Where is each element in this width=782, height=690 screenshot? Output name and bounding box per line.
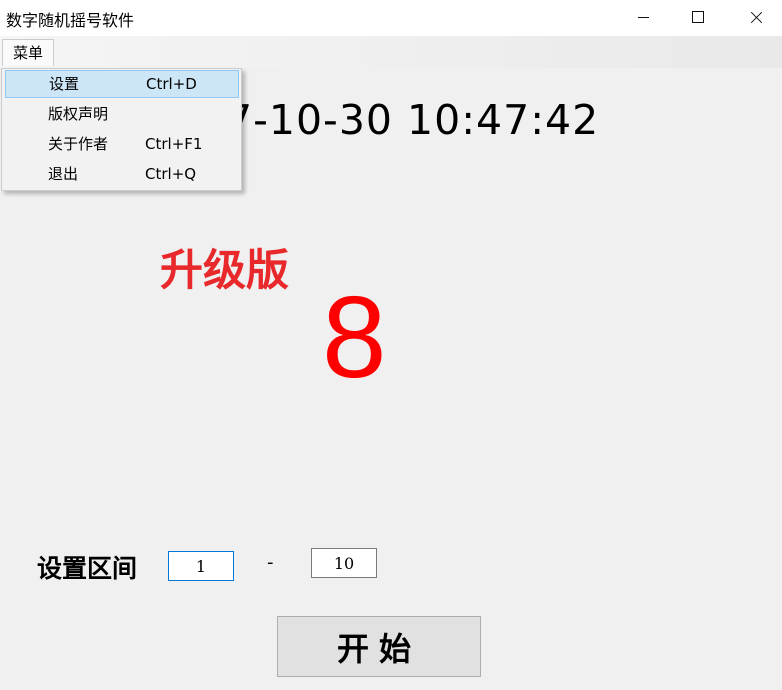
- maximize-button[interactable]: [675, 0, 721, 34]
- menu-item-shortcut: Ctrl+D: [146, 75, 197, 93]
- maximize-icon: [692, 11, 704, 23]
- close-button[interactable]: [733, 0, 779, 34]
- minimize-icon: [637, 16, 649, 18]
- menu-item-copyright[interactable]: 版权声明: [5, 100, 239, 128]
- edition-label: 升级版: [160, 246, 289, 296]
- title-bar: 数字随机摇号软件: [0, 0, 782, 36]
- menu-root[interactable]: 菜单: [2, 39, 55, 66]
- menu-item-label: 退出: [48, 165, 79, 183]
- clock-display: 7-10-30 10:47:42: [226, 96, 600, 144]
- minimize-button[interactable]: [620, 0, 666, 34]
- range-separator: -: [267, 552, 274, 573]
- close-icon: [750, 11, 763, 24]
- start-button[interactable]: 开始: [277, 616, 481, 677]
- menu-item-shortcut: Ctrl+F1: [145, 135, 203, 153]
- window-title: 数字随机摇号软件: [6, 11, 135, 30]
- menu-dropdown: 设置 Ctrl+D 版权声明 关于作者 Ctrl+F1 退出 Ctrl+Q: [1, 68, 242, 191]
- menu-item-label: 版权声明: [48, 105, 109, 123]
- menu-item-label: 关于作者: [48, 135, 109, 153]
- menu-bar: 菜单: [0, 36, 782, 68]
- menu-item-about[interactable]: 关于作者 Ctrl+F1: [5, 130, 239, 158]
- menu-item-settings[interactable]: 设置 Ctrl+D: [5, 70, 239, 98]
- range-max-input[interactable]: [311, 548, 377, 578]
- range-label: 设置区间: [37, 554, 138, 583]
- menu-item-shortcut: Ctrl+Q: [145, 165, 197, 183]
- menu-item-label: 设置: [49, 75, 80, 93]
- result-number: 8: [322, 272, 387, 402]
- range-min-input[interactable]: [168, 551, 234, 581]
- menu-item-exit[interactable]: 退出 Ctrl+Q: [5, 160, 239, 188]
